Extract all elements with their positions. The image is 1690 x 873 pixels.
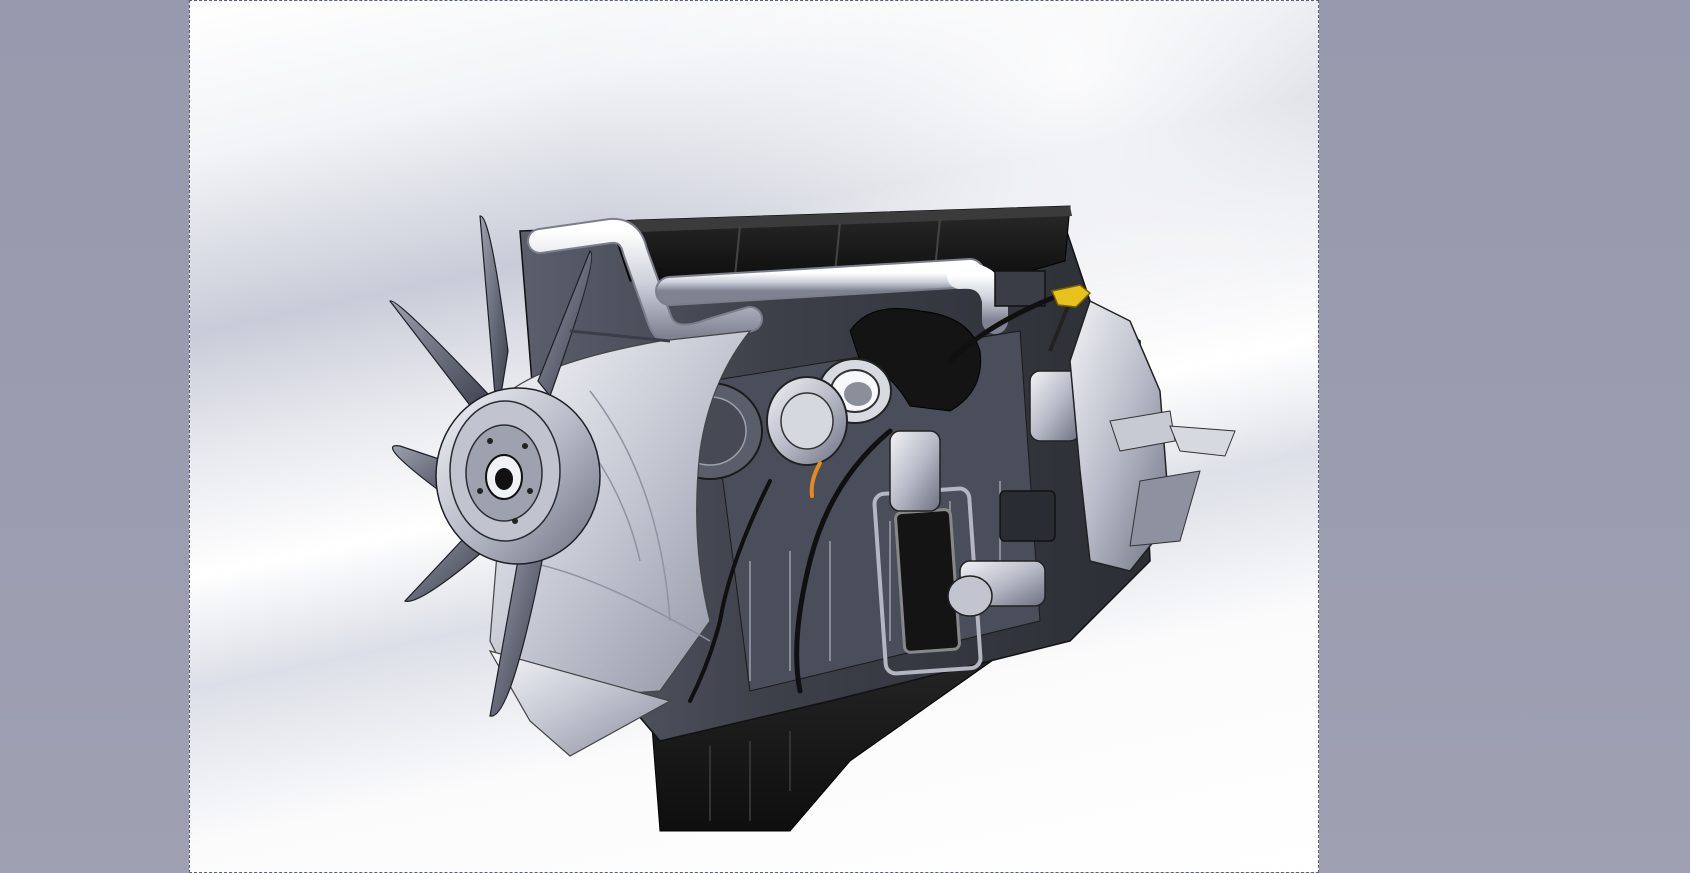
right-margin-area bbox=[1319, 0, 1690, 873]
flywheel-housing bbox=[1069, 299, 1236, 572]
drawing-sheet[interactable] bbox=[189, 0, 1319, 873]
cad-viewport[interactable] bbox=[0, 0, 1690, 873]
left-margin-area bbox=[0, 0, 189, 873]
engine-model-view[interactable] bbox=[190, 1, 1319, 873]
fan-hub bbox=[435, 387, 601, 565]
